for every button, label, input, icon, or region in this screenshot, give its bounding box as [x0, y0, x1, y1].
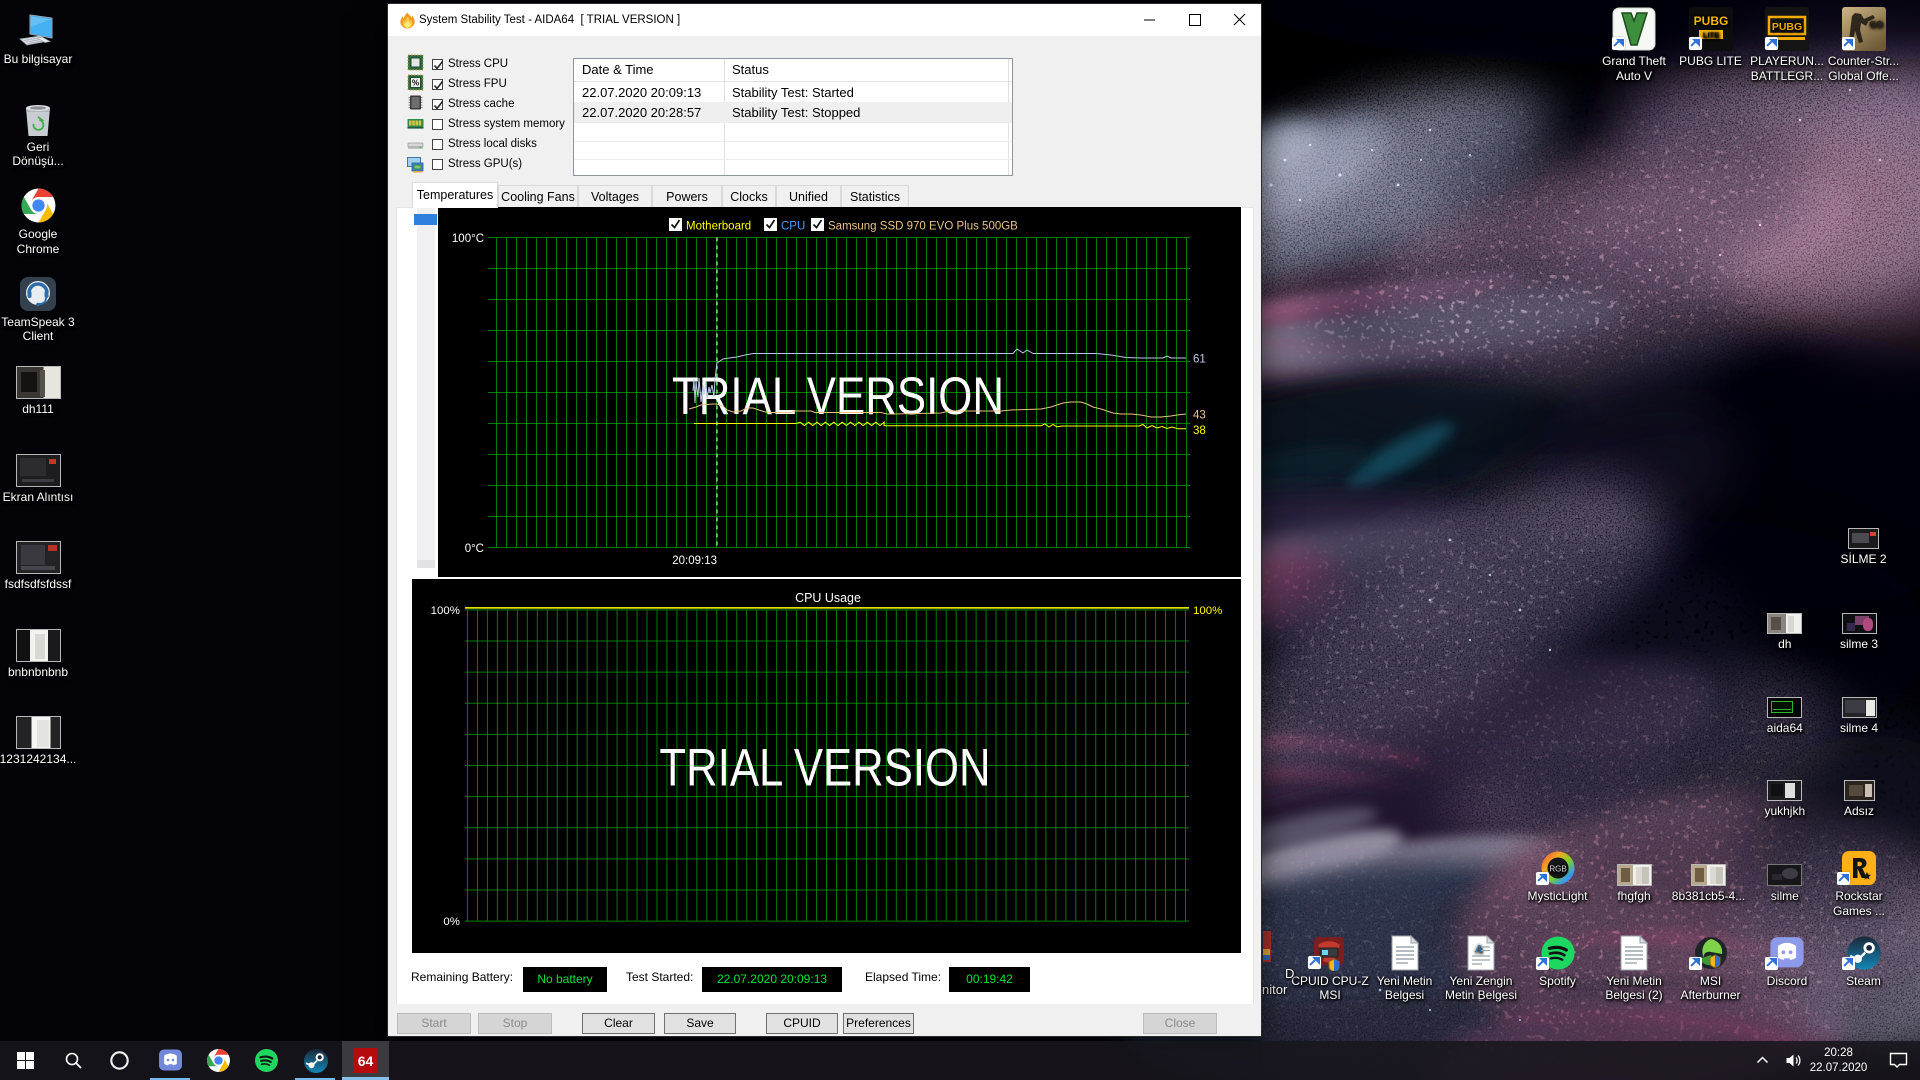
- svg-text:CPU: CPU: [781, 221, 805, 233]
- svg-text:PUBG: PUBG: [1693, 14, 1728, 28]
- svg-text:RGB: RGB: [1549, 865, 1566, 874]
- svg-text:Samsung SSD 970 EVO Plus 500GB: Samsung SSD 970 EVO Plus 500GB: [828, 221, 1018, 233]
- svg-text:LITE: LITE: [1702, 31, 1718, 40]
- svg-text:TRIAL VERSION: TRIAL VERSION: [659, 738, 990, 797]
- svg-text:38: 38: [1193, 425, 1206, 437]
- svg-text:61: 61: [1193, 354, 1206, 366]
- svg-text:64: 64: [358, 1053, 374, 1069]
- svg-text:0%: 0%: [443, 916, 460, 928]
- svg-text:CPU Usage: CPU Usage: [795, 591, 861, 605]
- svg-text:100%: 100%: [1193, 605, 1222, 617]
- svg-text:A: A: [1474, 943, 1482, 955]
- svg-text:43: 43: [1193, 410, 1206, 422]
- svg-text:%: %: [412, 79, 419, 88]
- svg-text:100°C: 100°C: [452, 233, 484, 245]
- svg-text:100%: 100%: [431, 605, 460, 617]
- svg-text:TRIAL VERSION: TRIAL VERSION: [672, 367, 1004, 426]
- svg-text:20:09:13: 20:09:13: [672, 555, 717, 567]
- svg-text:GO: GO: [1869, 19, 1883, 29]
- svg-text:Motherboard: Motherboard: [686, 221, 751, 233]
- svg-text:0°C: 0°C: [465, 543, 484, 555]
- svg-text:PUBG: PUBG: [1772, 21, 1802, 33]
